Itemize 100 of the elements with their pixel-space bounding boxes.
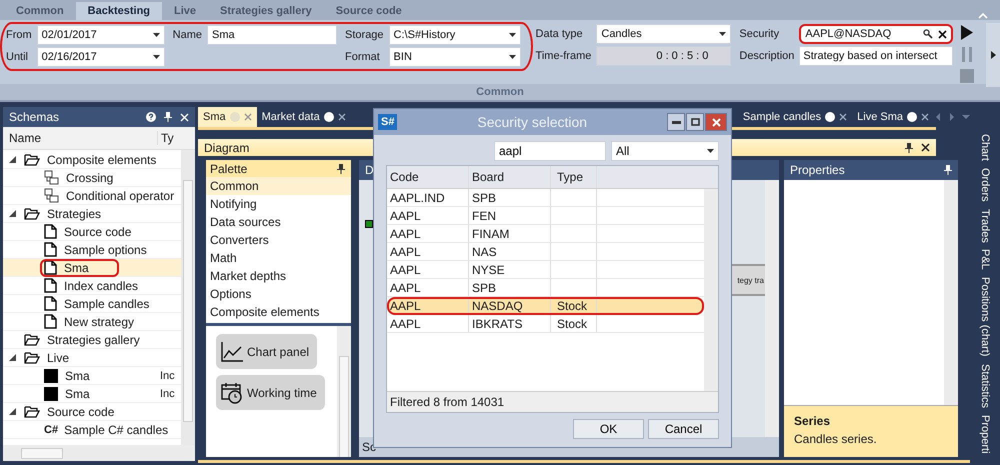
document-tab[interactable]: Live Sma (852, 107, 934, 127)
item-label: Crossing (65, 170, 114, 184)
item-label: Live (46, 350, 70, 364)
side-tab[interactable]: Orders (979, 168, 991, 202)
item-label: Source code (63, 224, 132, 238)
side-tab[interactable]: Statistics (979, 364, 991, 408)
text-field[interactable]: Strategy based on intersect (799, 46, 954, 66)
column-header[interactable]: Name (3, 131, 158, 145)
pin-icon[interactable] (337, 164, 345, 174)
scrollbar[interactable] (765, 180, 779, 437)
item-label: New strategy (63, 314, 136, 328)
dropdown[interactable]: BIN (388, 47, 521, 67)
folder-icon (24, 334, 40, 346)
table-cell: AAPL (387, 207, 469, 224)
expanded-triangle-icon[interactable] (9, 156, 16, 163)
expanded-triangle-icon[interactable] (9, 408, 16, 415)
palette-category[interactable]: Common (206, 177, 351, 195)
column-header[interactable]: Ty (158, 131, 174, 145)
app-logo: S# (378, 114, 398, 130)
cancel-button[interactable]: Cancel (648, 419, 719, 439)
column-header[interactable]: Type (551, 166, 597, 188)
palette-category[interactable]: Math (206, 249, 351, 267)
scrollbar[interactable] (704, 189, 718, 391)
table-row[interactable]: AAPL FEN (387, 207, 704, 225)
table-row[interactable]: AAPL NYSE (387, 261, 704, 279)
document-tab[interactable]: Sample candles (738, 107, 852, 127)
tree-item[interactable]: Composite elements (3, 151, 181, 169)
item-label: Strategies (46, 206, 102, 220)
palette-category[interactable]: Converters (206, 231, 351, 249)
table-row[interactable]: AAPL.IND SPB (387, 189, 704, 207)
side-tab[interactable]: Properti (979, 414, 991, 454)
tab-scroll-icon[interactable] (936, 113, 970, 121)
play-icon[interactable] (961, 25, 974, 40)
minimize-button[interactable] (667, 113, 685, 131)
expanded-triangle-icon[interactable] (9, 354, 16, 361)
palette-category[interactable]: Options (206, 285, 351, 303)
close-icon[interactable] (921, 143, 930, 152)
dropdown[interactable]: C:\S#History (388, 25, 521, 45)
ok-button[interactable]: OK (573, 419, 644, 439)
tree-item[interactable]: Conditional operator (3, 187, 181, 205)
filter-dropdown[interactable]: All (611, 141, 719, 161)
search-icon[interactable] (923, 29, 934, 39)
scrollbar[interactable] (181, 150, 195, 445)
expand-arrow-icon[interactable] (990, 51, 996, 59)
text-field[interactable]: Sma (207, 25, 338, 45)
tree-item[interactable]: Sample candles (3, 295, 181, 313)
help-text: Candles series. (794, 432, 878, 446)
maximize-button[interactable] (686, 113, 704, 131)
palette-category[interactable]: Notifying (206, 195, 351, 213)
spinner-field[interactable]: 0 : 0 : 5 : 0 (596, 46, 732, 66)
scrollbar[interactable] (3, 445, 195, 461)
caret-icon (152, 33, 160, 37)
table-cell: Stock (551, 315, 597, 332)
connector-port[interactable] (365, 220, 373, 228)
pin-icon[interactable] (905, 142, 913, 152)
dropdown[interactable]: 02/01/2017 (36, 25, 165, 45)
tree-item[interactable]: C# Sample C# candles (3, 421, 181, 439)
pin-icon[interactable] (944, 165, 952, 175)
table-row[interactable]: AAPL NASDAQ Stock (387, 297, 704, 315)
search-field[interactable]: aapl (494, 141, 606, 161)
palette-category[interactable]: Market depths (206, 267, 351, 285)
field-label: Format (345, 51, 381, 63)
column-header[interactable]: Board (469, 166, 551, 188)
side-tab[interactable]: Positions (chart) (979, 277, 991, 357)
tree-item[interactable]: Sma Inc (3, 367, 181, 385)
table-row[interactable]: AAPL NAS (387, 243, 704, 261)
pin-icon[interactable] (164, 112, 172, 122)
side-tab[interactable]: Chart (979, 134, 991, 161)
palette-category[interactable]: Data sources (206, 213, 351, 231)
scrollbar[interactable] (944, 180, 958, 405)
close-icon[interactable] (938, 30, 948, 38)
tree-item[interactable]: Source code (3, 403, 181, 421)
tree-item[interactable]: Live (3, 349, 181, 367)
table-row[interactable]: AAPL FINAM (387, 225, 704, 243)
scrollbar[interactable] (337, 326, 351, 457)
palette-element[interactable]: Chart panel (216, 334, 318, 369)
tree-item[interactable]: Crossing (3, 169, 181, 187)
document-tab[interactable]: Market data (256, 107, 351, 127)
tree-item[interactable]: Sma (3, 259, 181, 277)
security-field[interactable]: AAPL@NASDAQ (799, 24, 954, 44)
tree-item[interactable]: Index candles (3, 277, 181, 295)
column-header[interactable]: Code (387, 166, 469, 188)
tree-item[interactable]: New strategy (3, 313, 181, 331)
table-cell: AAPL (387, 297, 469, 314)
close-button[interactable] (705, 113, 727, 131)
tree-item[interactable]: Sma Inc (3, 385, 181, 403)
dropdown[interactable]: Candles (596, 24, 732, 44)
tree-item[interactable]: Source code (3, 223, 181, 241)
dropdown[interactable]: 02/16/2017 (36, 47, 165, 67)
palette-element[interactable]: Working time (216, 375, 325, 410)
table-cell: AAPL (387, 315, 469, 332)
ribbon-tab[interactable]: Backtesting (76, 2, 162, 20)
tree-item[interactable]: Strategies gallery (3, 331, 181, 349)
side-tab[interactable]: P&L (979, 249, 991, 270)
palette-category[interactable]: Composite elements (206, 303, 351, 321)
panel-title: Properties (790, 163, 845, 177)
side-tab[interactable]: Trades (979, 208, 991, 242)
tree-item[interactable]: Strategies (3, 205, 181, 223)
expanded-triangle-icon[interactable] (9, 210, 16, 217)
table-row[interactable]: AAPL IBKRATS Stock (387, 315, 704, 333)
